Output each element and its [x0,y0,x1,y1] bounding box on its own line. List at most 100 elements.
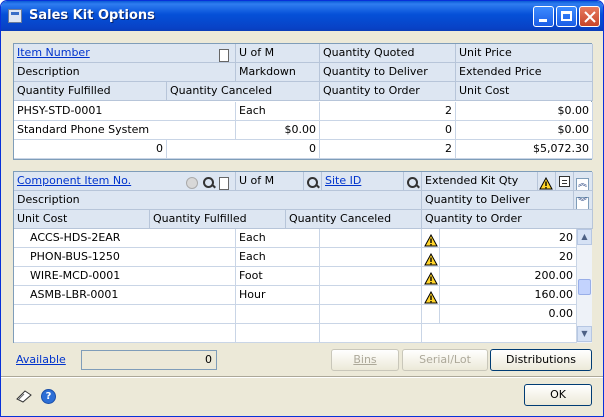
sales-kit-options-window: Sales Kit Options Item Number U of M Qua… [0,0,604,417]
chevron-up-icon: ︽ [576,178,589,190]
collapse-rows-button[interactable]: ︽ [574,172,593,191]
component-item-cell[interactable]: ACCS-HDS-2EAR [14,229,236,248]
component-item-cell[interactable] [14,305,236,324]
item-number-header[interactable]: Item Number [14,44,236,63]
table-row[interactable]: ACCS-HDS-2EAR Each 20 [14,229,577,248]
row-warning [422,305,440,324]
uom-lookup-button[interactable] [304,172,322,191]
help-icon[interactable]: ? [41,389,56,404]
site-id-header[interactable]: Site ID [322,172,404,191]
component-quantity-fulfilled-header: Quantity Fulfilled [150,210,286,229]
maximize-button[interactable] [556,6,577,27]
markdown-value: $0.00 [236,121,320,140]
window-app-icon [8,9,22,23]
warning-icon [539,176,553,190]
warning-icon [424,252,438,266]
footer-divider [1,376,603,378]
warning-icon [424,271,438,285]
row-warning [422,267,440,286]
window-title: Sales Kit Options [29,8,155,23]
bins-label: Bins [353,353,377,366]
component-site-cell[interactable] [320,324,422,343]
quantity-quoted-value: 2 [320,102,456,121]
sales-item-panel: Item Number U of M Quantity Quoted Unit … [13,43,593,160]
table-row[interactable]: ASMB-LBR-0001 Hour 160.00 [14,286,577,305]
distributions-button[interactable]: Distributions [490,349,592,371]
component-uom-cell[interactable]: Each [236,248,320,267]
component-qty-cell[interactable]: 200.00 [440,267,577,286]
component-qty-cell[interactable]: 20 [440,229,577,248]
scroll-thumb[interactable] [578,279,591,295]
ok-button[interactable]: OK [524,384,592,406]
table-row[interactable]: WIRE-MCD-0001 Foot 200.00 [14,267,577,286]
warning-icon [424,290,438,304]
bins-button[interactable]: Bins [331,349,399,371]
component-site-cell[interactable] [320,229,422,248]
unit-cost-value: $5,072.30 [456,140,593,159]
component-item-cell[interactable]: ASMB-LBR-0001 [14,286,236,305]
quantity-canceled-header: Quantity Canceled [167,82,320,101]
row-warning [422,248,440,267]
available-link[interactable]: Available [16,353,66,366]
scroll-down-arrow-icon[interactable]: ▼ [577,326,592,342]
warning-icon [424,233,438,247]
expand-rows-button[interactable]: ︾ [574,191,593,210]
document-icon[interactable] [219,176,229,190]
scroll-up-arrow-icon[interactable]: ▲ [577,229,592,245]
component-site-cell[interactable] [320,248,422,267]
table-row[interactable]: 0.00 [14,305,577,324]
quantity-to-order-value: 2 [320,140,456,159]
search-icon [406,176,420,190]
notes-button[interactable] [556,172,574,191]
warning-toggle[interactable] [538,172,556,191]
component-uom-cell[interactable] [236,305,320,324]
item-number-link[interactable]: Item Number [17,46,90,59]
unit-price-header: Unit Price [456,44,593,63]
quantity-to-order-header: Quantity to Order [320,82,456,101]
item-lookup-button[interactable] [214,44,236,63]
component-item-cell[interactable]: PHON-BUS-1250 [14,248,236,267]
component-unit-cost-header: Unit Cost [14,210,150,229]
component-qty-cell[interactable]: 160.00 [440,286,577,305]
search-icon[interactable] [202,176,216,190]
component-item-cell[interactable] [14,324,236,343]
component-item-cell[interactable]: WIRE-MCD-0001 [14,267,236,286]
vertical-scrollbar[interactable]: ▲ ▼ [576,229,592,343]
close-button[interactable] [579,6,600,27]
component-uom-cell[interactable]: Hour [236,286,320,305]
note-pad-icon[interactable] [15,389,33,403]
component-qty-cell[interactable]: 0.00 [440,305,577,324]
component-item-link[interactable]: Component Item No. [17,174,131,187]
component-site-cell[interactable] [320,286,422,305]
description-value: Standard Phone System [14,121,236,140]
chevron-down-icon: ︾ [576,197,589,209]
component-site-cell[interactable] [320,305,422,324]
extended-kit-qty-header: Extended Kit Qty [422,172,538,191]
unit-price-value: $0.00 [456,102,593,121]
component-uom-cell[interactable]: Each [236,229,320,248]
circle-icon[interactable] [186,177,198,189]
component-quantity-canceled-header: Quantity Canceled [286,210,422,229]
serial-lot-button[interactable]: Serial/Lot [402,349,488,371]
component-qty-cell[interactable]: 20 [440,248,577,267]
serial-lot-label: Serial/Lot [419,353,471,366]
minimize-button[interactable] [533,6,554,27]
quantity-quoted-header: Quantity Quoted [320,44,456,63]
component-site-cell[interactable] [320,267,422,286]
search-icon [306,176,320,190]
distributions-label: Distributions [506,353,576,366]
component-uom-cell[interactable]: Foot [236,267,320,286]
site-lookup-button[interactable] [404,172,422,191]
component-qty-cell[interactable] [422,324,577,343]
table-row[interactable]: PHON-BUS-1250 Each 20 [14,248,577,267]
component-description-header: Description [14,191,422,210]
row-warning [422,286,440,305]
unit-cost-header: Unit Cost [456,82,593,101]
row-warning [422,229,440,248]
description-header: Description [14,63,236,82]
component-lookup-tools [184,172,236,191]
table-row[interactable] [14,324,577,343]
component-uom-cell[interactable] [236,324,320,343]
site-id-link[interactable]: Site ID [325,174,361,187]
minimize-icon [539,19,547,22]
